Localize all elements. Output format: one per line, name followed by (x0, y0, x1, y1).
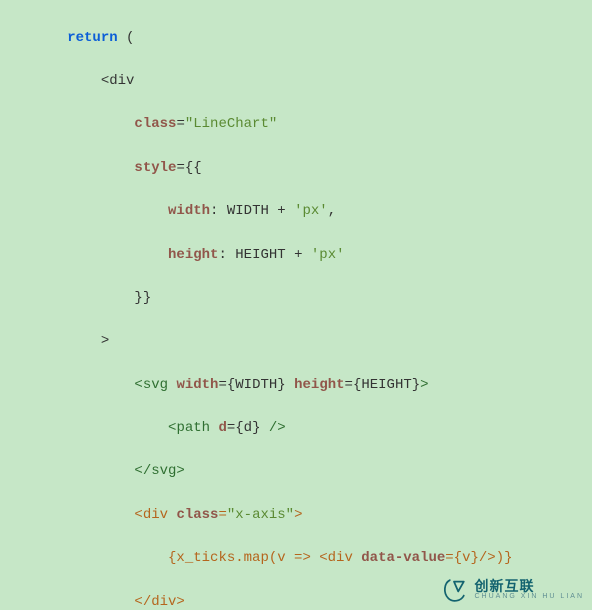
jsx-map-x: {x_ticks.map(v => <div (168, 550, 361, 566)
plus: + (286, 247, 311, 263)
attr-class: class (134, 116, 176, 132)
ident-width: WIDTH (227, 203, 269, 219)
tag-div: div (109, 73, 134, 89)
attr-style: style (134, 160, 176, 176)
jsx-eq-v: ={v}/>)} (445, 550, 512, 566)
colon: : (218, 247, 235, 263)
svg-open: <svg (134, 377, 168, 393)
brace-close: } (277, 377, 285, 393)
self-close: /> (260, 420, 285, 436)
style-height: height (168, 247, 218, 263)
string-px: 'px' (311, 247, 345, 263)
jsx-div-close: </div> (134, 594, 184, 610)
style-width: width (168, 203, 210, 219)
attr-class: class (176, 507, 218, 523)
plus: + (269, 203, 294, 219)
watermark-subtext: CHUANG XIN HU LIAN (474, 593, 584, 601)
angle-open: < (101, 73, 109, 89)
attr-width: width (176, 377, 218, 393)
open-paren: ( (118, 30, 135, 46)
colon: : (210, 203, 227, 219)
string-px: 'px' (294, 203, 328, 219)
ident-height: HEIGHT (361, 377, 411, 393)
double-brace-close: }} (134, 290, 151, 306)
comma: , (328, 203, 336, 219)
code-block: return ( <div class="LineChart" style={{… (0, 0, 592, 610)
keyword-return: return (67, 30, 117, 46)
string-x-axis: "x-axis" (227, 507, 294, 523)
attr-data-value: data-value (361, 550, 445, 566)
brace-open: { (235, 420, 243, 436)
string-linechart: "LineChart" (185, 116, 277, 132)
jsx-div-xaxis-open: <div (134, 507, 176, 523)
path-tag: <path (168, 420, 210, 436)
angle-close: > (101, 333, 109, 349)
attr-d: d (218, 420, 226, 436)
ident-height: HEIGHT (235, 247, 285, 263)
svg-close: </svg> (134, 463, 184, 479)
equals: = (176, 116, 184, 132)
watermark-logo: 创新互联 CHUANG XIN HU LIAN (440, 576, 584, 604)
angle-close: > (420, 377, 428, 393)
ident-d: d (244, 420, 252, 436)
attr-height: height (294, 377, 344, 393)
brace-close: } (412, 377, 420, 393)
double-brace-open: ={{ (176, 160, 201, 176)
ident-width: WIDTH (235, 377, 277, 393)
logo-icon (440, 576, 468, 604)
